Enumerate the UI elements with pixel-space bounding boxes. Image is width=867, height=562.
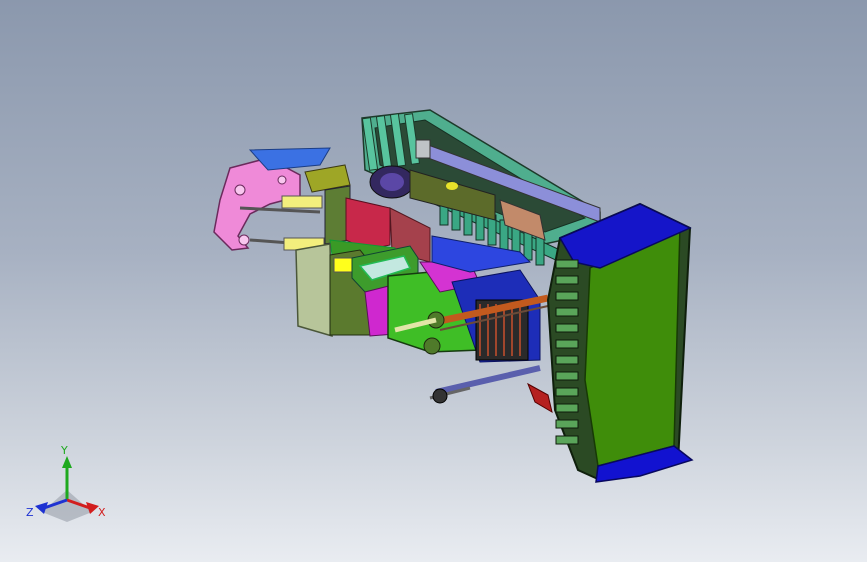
dozer-blade (546, 202, 694, 483)
cad-viewport[interactable]: Y X Z (0, 0, 867, 562)
axis-triad[interactable]: Y X Z (22, 440, 112, 530)
bulldozer-3d-model[interactable] (0, 0, 867, 562)
y-axis-arrow (62, 456, 72, 468)
x-axis-label: X (98, 506, 106, 519)
y-axis-label: Y (60, 444, 68, 457)
z-axis-label: Z (26, 506, 34, 519)
